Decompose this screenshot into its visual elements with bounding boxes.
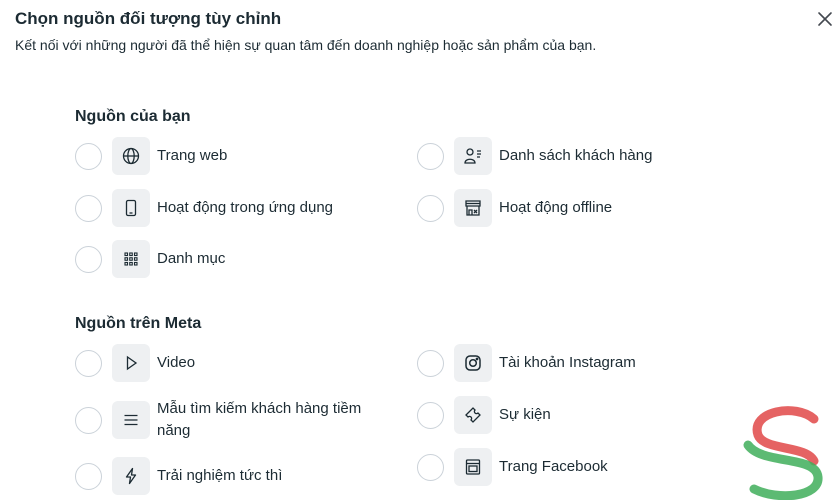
- radio-button[interactable]: [75, 349, 102, 377]
- option-video[interactable]: Video: [75, 344, 195, 382]
- option-label: Danh sách khách hàng: [499, 147, 653, 164]
- radio-button[interactable]: [417, 194, 444, 222]
- option-website[interactable]: Trang web: [75, 137, 227, 175]
- radio-button[interactable]: [75, 142, 102, 170]
- option-label: Hoạt động trong ứng dụng: [157, 199, 334, 216]
- option-label: Danh mục: [157, 250, 226, 267]
- option-label: Video: [157, 354, 196, 371]
- radio-button[interactable]: [417, 142, 444, 170]
- lightning-icon: [112, 457, 150, 495]
- option-event[interactable]: Sự kiện: [417, 396, 551, 434]
- option-instant-experience[interactable]: Trải nghiệm tức thì: [75, 457, 282, 495]
- facebook-page-icon: [454, 448, 492, 486]
- logo-s-icon: [743, 406, 823, 500]
- option-label: Trải nghiệm tức thì: [157, 467, 283, 484]
- radio-button[interactable]: [417, 349, 444, 377]
- option-label: Sự kiện: [499, 406, 551, 423]
- option-instagram-account[interactable]: Tài khoản Instagram: [417, 344, 636, 382]
- radio-button[interactable]: [417, 453, 444, 481]
- option-customer-list[interactable]: Danh sách khách hàng: [417, 137, 652, 175]
- grid-icon: [112, 240, 150, 278]
- radio-button[interactable]: [75, 194, 102, 222]
- customer-list-icon: [454, 137, 492, 175]
- option-label: Hoạt động offline: [499, 199, 613, 216]
- section-title-meta-sources: Nguồn trên Meta: [75, 315, 202, 332]
- list-icon: [112, 401, 150, 439]
- option-label: Tài khoản Instagram: [499, 354, 636, 371]
- dialog-subtitle: Kết nối với những người đã thể hiện sự q…: [15, 37, 597, 53]
- radio-button[interactable]: [417, 401, 444, 429]
- radio-button[interactable]: [75, 462, 102, 490]
- ticket-icon: [454, 396, 492, 434]
- mobile-phone-icon: [112, 189, 150, 227]
- option-label: Trang Facebook: [499, 458, 608, 475]
- option-lead-form[interactable]: Mẫu tìm kiếm khách hàng tiềm năng: [75, 398, 372, 442]
- option-offline-activity[interactable]: Hoạt động offline: [417, 189, 612, 227]
- instagram-icon: [454, 344, 492, 382]
- close-icon[interactable]: [814, 8, 836, 30]
- option-app-activity[interactable]: Hoạt động trong ứng dụng: [75, 189, 333, 227]
- option-catalog[interactable]: Danh mục: [75, 240, 225, 278]
- section-title-your-sources: Nguồn của bạn: [75, 108, 191, 125]
- radio-button[interactable]: [75, 406, 102, 434]
- option-label: Trang web: [157, 147, 228, 164]
- store-icon: [454, 189, 492, 227]
- option-facebook-page[interactable]: Trang Facebook: [417, 448, 608, 486]
- option-label: Mẫu tìm kiếm khách hàng tiềm năng: [157, 400, 362, 439]
- play-icon: [112, 344, 150, 382]
- dialog-title: Chọn nguồn đối tượng tùy chỉnh: [15, 9, 282, 28]
- radio-button[interactable]: [75, 245, 102, 273]
- globe-icon: [112, 137, 150, 175]
